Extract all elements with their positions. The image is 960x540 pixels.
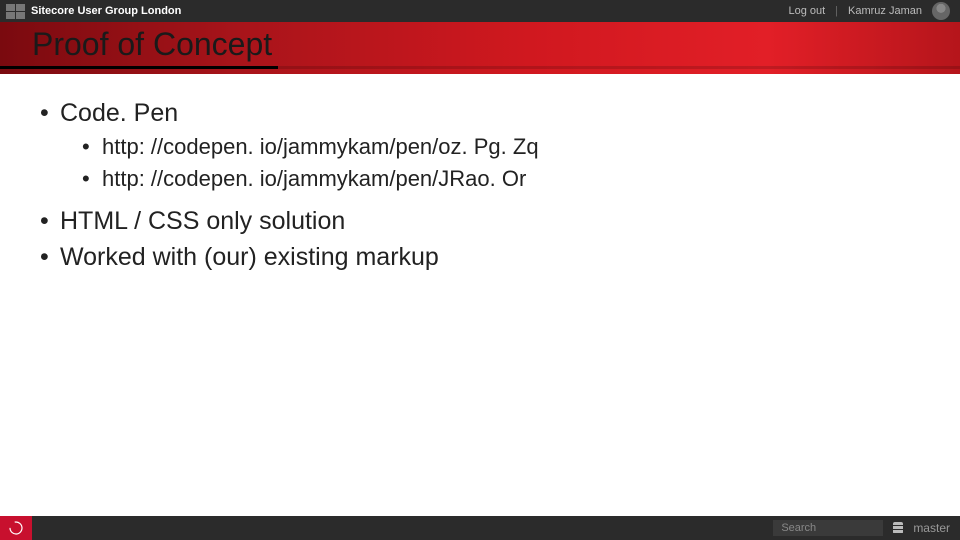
topbar-title: Sitecore User Group London bbox=[31, 5, 181, 17]
user-name: Kamruz Jaman bbox=[848, 5, 922, 17]
topbar: Sitecore User Group London Log out | Kam… bbox=[0, 0, 960, 22]
slide-title: Proof of Concept bbox=[32, 26, 272, 63]
sitecore-logo bbox=[0, 516, 32, 540]
avatar-icon[interactable] bbox=[932, 2, 950, 20]
bottombar: Search master bbox=[0, 516, 960, 540]
bullet-2: HTML / CSS only solution bbox=[40, 203, 920, 239]
logout-link[interactable]: Log out bbox=[788, 5, 825, 17]
slide: Sitecore User Group London Log out | Kam… bbox=[0, 0, 960, 540]
separator: | bbox=[835, 5, 838, 17]
bullet-1-1: http: //codepen. io/jammykam/pen/oz. Pg.… bbox=[78, 131, 920, 163]
sitecore-logo-icon bbox=[8, 520, 24, 536]
search-placeholder: Search bbox=[781, 522, 816, 534]
bullet-1: Code. Pen bbox=[40, 95, 920, 131]
bullet-1-2: http: //codepen. io/jammykam/pen/JRao. O… bbox=[78, 163, 920, 195]
title-band: Proof of Concept bbox=[0, 22, 960, 74]
app-launcher-icon[interactable] bbox=[6, 4, 25, 19]
title-underline bbox=[0, 66, 278, 69]
database-label: master bbox=[913, 521, 950, 535]
topbar-right: Log out | Kamruz Jaman bbox=[788, 2, 950, 20]
bullet-3: Worked with (our) existing markup bbox=[40, 239, 920, 275]
topbar-left: Sitecore User Group London bbox=[6, 4, 181, 19]
search-input[interactable]: Search bbox=[773, 520, 883, 536]
bottombar-right: Search master bbox=[773, 520, 950, 536]
slide-body: Code. Pen http: //codepen. io/jammykam/p… bbox=[40, 95, 920, 276]
database-icon bbox=[893, 522, 903, 534]
